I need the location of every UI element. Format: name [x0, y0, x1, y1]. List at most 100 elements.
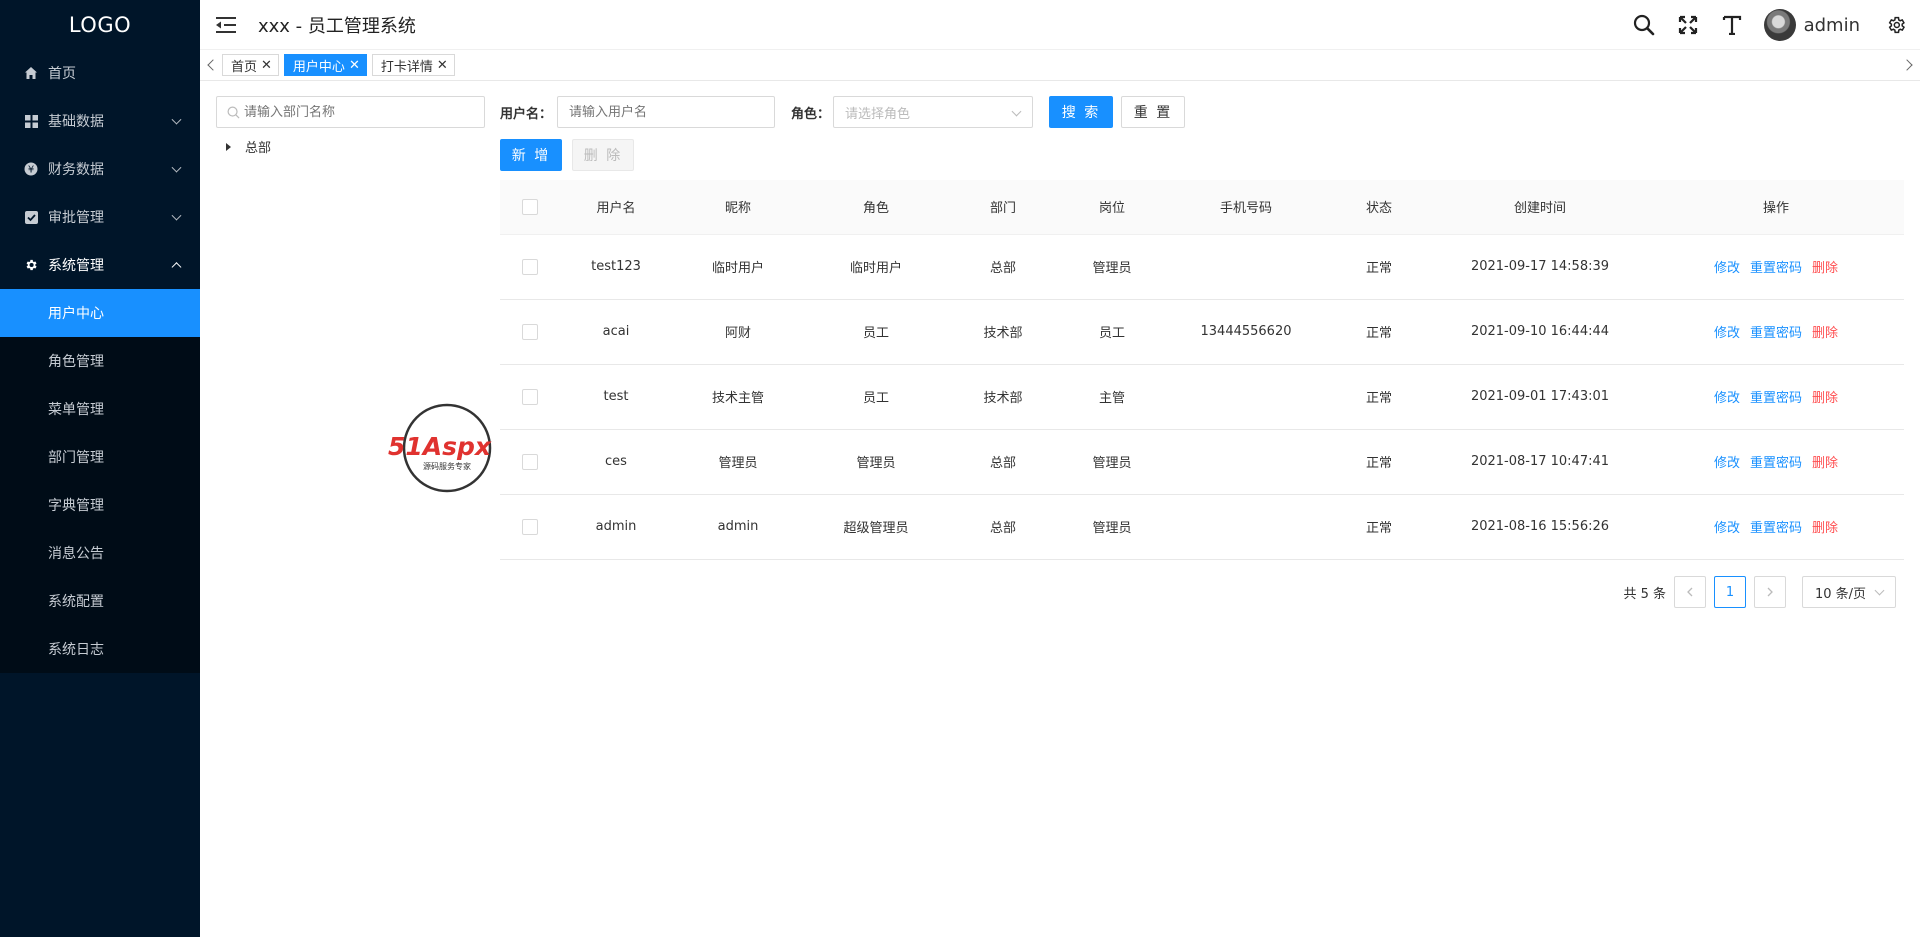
sidebar-item-label: 审批管理	[48, 210, 104, 226]
search-button[interactable]: 搜 索	[1049, 96, 1113, 128]
delete-link[interactable]: 删除	[1812, 521, 1838, 536]
cell-nickname: 临时用户	[672, 234, 804, 300]
cell-post: 管理员	[1058, 429, 1166, 495]
caret-right-icon[interactable]	[226, 142, 231, 151]
row-checkbox[interactable]	[522, 453, 538, 470]
page-button[interactable]: 1	[1714, 576, 1746, 608]
select-all-checkbox[interactable]	[522, 198, 538, 215]
tabs-scroll-left-icon[interactable]	[200, 50, 222, 81]
tab-user-center[interactable]: 用户中心 ✕	[283, 54, 367, 76]
cell-created: 2021-09-01 17:43:01	[1432, 364, 1648, 430]
username-input[interactable]	[569, 104, 774, 120]
chevron-down-icon	[171, 210, 182, 221]
cell-created: 2021-08-17 10:47:41	[1432, 429, 1648, 495]
sidebar-item-menu-management[interactable]: 菜单管理	[0, 385, 200, 433]
tab-label: 打卡详情	[380, 59, 433, 75]
reset-password-link[interactable]: 重置密码	[1750, 391, 1802, 406]
delete-button[interactable]: 删 除	[572, 139, 634, 171]
sidebar-item-basic-data[interactable]: 基础数据	[0, 97, 200, 145]
tabs-bar: 首页 ✕ 用户中心 ✕ 打卡详情 ✕	[200, 50, 1920, 81]
sidebar-item-approval[interactable]: 审批管理	[0, 193, 200, 241]
cell-status: 正常	[1326, 364, 1432, 430]
sidebar-item-system[interactable]: 系统管理	[0, 241, 200, 289]
username[interactable]: admin	[1804, 15, 1860, 36]
font-size-icon[interactable]	[1720, 13, 1744, 37]
username-label: 用户名：	[500, 107, 553, 122]
cell-created: 2021-09-10 16:44:44	[1432, 299, 1648, 365]
tabs-scroll-right-icon[interactable]	[1898, 50, 1920, 81]
delete-link[interactable]: 删除	[1812, 456, 1838, 471]
page-size-select[interactable]: 10 条/页	[1802, 576, 1896, 608]
cell-nickname: 技术主管	[672, 364, 804, 430]
username-field[interactable]	[557, 96, 775, 128]
next-page-button[interactable]	[1754, 576, 1786, 608]
delete-link[interactable]: 删除	[1812, 326, 1838, 341]
column-header: 操作	[1648, 180, 1904, 235]
row-checkbox[interactable]	[522, 323, 538, 340]
sidebar-item-finance-data[interactable]: ¥ 财务数据	[0, 145, 200, 193]
tab-label: 用户中心	[292, 59, 345, 75]
dept-search-box[interactable]	[216, 96, 485, 128]
dept-search-input[interactable]	[244, 104, 484, 120]
prev-page-button[interactable]	[1674, 576, 1706, 608]
role-select[interactable]: 请选择角色	[833, 96, 1033, 128]
sidebar-item-system-config[interactable]: 系统配置	[0, 577, 200, 625]
cell-status: 正常	[1326, 299, 1432, 365]
cell-nickname: admin	[672, 494, 804, 560]
money-icon: ¥	[24, 162, 38, 176]
column-header: 角色	[804, 180, 948, 235]
edit-link[interactable]: 修改	[1714, 391, 1740, 406]
fullscreen-icon[interactable]	[1676, 13, 1700, 37]
avatar[interactable]	[1763, 9, 1796, 41]
row-checkbox[interactable]	[522, 518, 538, 535]
row-checkbox[interactable]	[522, 258, 538, 275]
reset-button[interactable]: 重 置	[1121, 96, 1185, 128]
close-icon[interactable]: ✕	[261, 58, 272, 73]
delete-link[interactable]: 删除	[1812, 391, 1838, 406]
edit-link[interactable]: 修改	[1714, 261, 1740, 276]
sidebar-item-dict-management[interactable]: 字典管理	[0, 481, 200, 529]
row-checkbox[interactable]	[522, 388, 538, 405]
sidebar-item-user-center[interactable]: 用户中心	[0, 289, 200, 337]
edit-link[interactable]: 修改	[1714, 326, 1740, 341]
settings-gear-icon[interactable]	[1884, 13, 1908, 37]
tree-node-headquarters[interactable]: 总部	[226, 137, 271, 156]
cell-created: 2021-08-16 15:56:26	[1432, 494, 1648, 560]
menu-fold-icon[interactable]	[216, 15, 236, 35]
sidebar-item-dept-management[interactable]: 部门管理	[0, 433, 200, 481]
cell-phone	[1166, 234, 1326, 300]
close-icon[interactable]: ✕	[349, 58, 360, 73]
reset-password-link[interactable]: 重置密码	[1750, 261, 1802, 276]
sidebar-item-role-management[interactable]: 角色管理	[0, 337, 200, 385]
delete-link[interactable]: 删除	[1812, 261, 1838, 276]
column-header: 岗位	[1058, 180, 1166, 235]
cell-role: 临时用户	[804, 234, 948, 300]
sidebar-item-label: 财务数据	[48, 162, 104, 178]
search-icon[interactable]	[1632, 13, 1656, 37]
edit-link[interactable]: 修改	[1714, 521, 1740, 536]
sidebar-item-label: 系统管理	[48, 258, 104, 274]
table-row: test123 临时用户 临时用户 总部 管理员 正常 2021-09-17 1…	[500, 234, 1904, 300]
cell-role: 员工	[804, 364, 948, 430]
reset-password-link[interactable]: 重置密码	[1750, 521, 1802, 536]
cell-post: 主管	[1058, 364, 1166, 430]
reset-password-link[interactable]: 重置密码	[1750, 326, 1802, 341]
tab-attendance-detail[interactable]: 打卡详情 ✕	[371, 54, 455, 76]
cell-actions: 修改 重置密码 删除	[1648, 429, 1904, 495]
tab-home[interactable]: 首页 ✕	[222, 54, 279, 76]
add-button[interactable]: 新 增	[500, 139, 562, 171]
chevron-right-icon	[1767, 587, 1773, 597]
watermark-brand: 51Aspx	[388, 432, 492, 461]
sidebar-item-home[interactable]: 首页	[0, 49, 200, 97]
grid-icon	[24, 114, 38, 128]
sidebar-item-announcements[interactable]: 消息公告	[0, 529, 200, 577]
chevron-down-icon	[171, 162, 182, 173]
edit-link[interactable]: 修改	[1714, 456, 1740, 471]
sidebar-item-system-log[interactable]: 系统日志	[0, 625, 200, 673]
cell-actions: 修改 重置密码 删除	[1648, 234, 1904, 300]
close-icon[interactable]: ✕	[437, 58, 448, 73]
cell-username: admin	[560, 494, 672, 560]
cell-role: 员工	[804, 299, 948, 365]
reset-password-link[interactable]: 重置密码	[1750, 456, 1802, 471]
app-title: xxx - 员工管理系统	[258, 15, 416, 37]
